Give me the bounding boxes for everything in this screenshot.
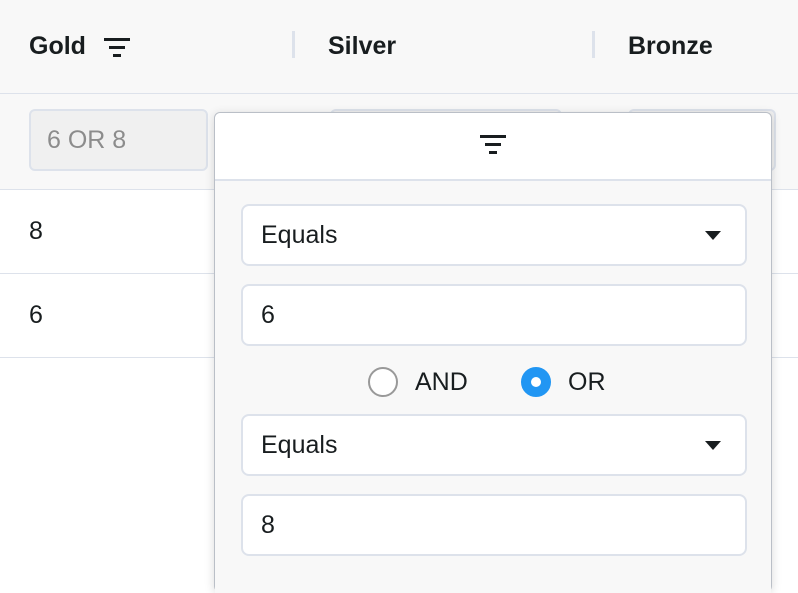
column-header-label: Gold: [29, 32, 86, 60]
filter-popup: Equals 6 AND OR Equals 8: [214, 112, 772, 593]
condition1-value-input[interactable]: 6: [241, 284, 747, 346]
and-radio[interactable]: [368, 367, 398, 397]
column-header-gold[interactable]: Gold: [29, 0, 130, 93]
select-value: Equals: [261, 430, 338, 459]
select-value: Equals: [261, 220, 338, 249]
condition2-value-input[interactable]: 8: [241, 494, 747, 556]
header-row: Gold Silver Bronze: [0, 0, 798, 94]
column-header-bronze[interactable]: Bronze: [628, 0, 713, 93]
table-cell-gold[interactable]: 6: [29, 274, 43, 357]
and-radio-label[interactable]: AND: [415, 367, 468, 397]
data-grid: Gold Silver Bronze 6 OR 8 8 6 Equals 6 A…: [0, 0, 798, 593]
column-header-label: Silver: [328, 32, 397, 60]
condition1-operator-select[interactable]: Equals: [241, 204, 747, 266]
or-radio[interactable]: [521, 367, 551, 397]
column-resize-handle[interactable]: [592, 31, 595, 58]
table-cell-gold[interactable]: 8: [29, 190, 43, 273]
caret-down-icon: [705, 441, 721, 450]
column-header-silver[interactable]: Silver: [328, 0, 396, 93]
filter-popup-body: Equals 6 AND OR Equals 8: [215, 181, 771, 593]
floating-filter-input-gold[interactable]: 6 OR 8: [29, 109, 208, 171]
condition2-operator-select[interactable]: Equals: [241, 414, 747, 476]
or-radio-label[interactable]: OR: [568, 367, 606, 397]
column-header-label: Bronze: [628, 32, 713, 60]
filter-popup-tab[interactable]: [215, 113, 771, 181]
caret-down-icon: [705, 231, 721, 240]
join-operator-group: AND OR: [215, 363, 771, 403]
filter-icon[interactable]: [103, 37, 130, 57]
column-resize-handle[interactable]: [292, 31, 295, 58]
filter-icon: [480, 134, 506, 159]
